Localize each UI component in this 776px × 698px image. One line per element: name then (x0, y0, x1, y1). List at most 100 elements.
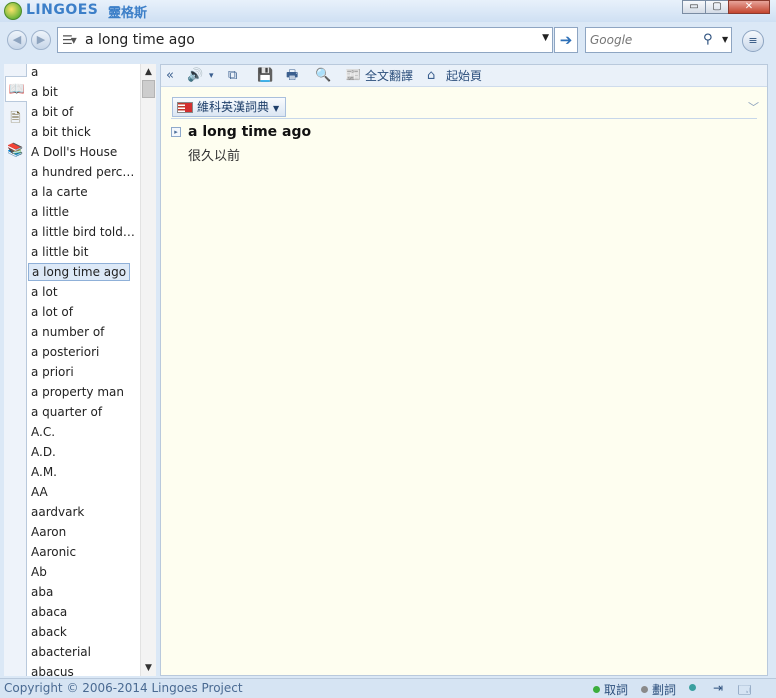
forward-arrow-icon: ▶ (36, 33, 46, 46)
chevron-down-icon[interactable]: ▼ (722, 35, 728, 44)
word-list-item[interactable]: A Doll's House (28, 143, 120, 161)
status-dot-icon (593, 686, 600, 693)
word-list-item[interactable]: A.D. (28, 443, 59, 461)
dictionary-book-icon: 📖 (8, 82, 26, 97)
word-list-item[interactable]: a la carte (28, 183, 91, 201)
collapse-panel-icon[interactable]: « (166, 67, 174, 85)
expand-entry-icon[interactable]: ▸ (171, 127, 181, 137)
back-button[interactable]: ◀ (7, 30, 27, 50)
mini-window-icon[interactable]: 🗔 (738, 681, 751, 698)
close-icon: ✕ (744, 1, 754, 12)
google-search-box: ⚲ ▼ (585, 27, 732, 53)
word-list-item[interactable]: a lot of (28, 303, 76, 321)
search-input[interactable] (85, 30, 535, 50)
search-box: ☰▾ ▼ (57, 27, 553, 53)
status-bar: Copyright © 2006-2014 Lingoes Project 取詞… (0, 678, 776, 698)
scroll-thumb[interactable] (142, 80, 155, 98)
word-list-item[interactable]: a long time ago (28, 263, 131, 281)
save-icon[interactable]: 💾 (257, 67, 273, 85)
word-list-item[interactable]: a little (28, 203, 72, 221)
word-list[interactable]: a a bit a bit of a bit thick A Doll's House a… (27, 64, 140, 676)
status-dot-icon (641, 686, 648, 693)
word-list-item[interactable]: aardvark (28, 503, 87, 521)
pin-icon[interactable]: ⇥ (713, 681, 723, 695)
main-menu-button[interactable]: ≡ (742, 30, 764, 52)
word-list-item[interactable]: Ab (28, 563, 50, 581)
print-icon[interactable]: 🖶 (286, 67, 298, 85)
word-list-item[interactable]: AA (28, 483, 51, 501)
result-toolbar: « 🔊 ▾ ⧉ 💾 🖶 🔍 📰 全文翻譯 ⌂ 起始頁 (161, 65, 767, 87)
word-list-item[interactable]: A.M. (28, 463, 60, 481)
word-list-item[interactable]: abacterial (28, 643, 94, 661)
word-list-item[interactable]: a (28, 64, 41, 81)
app-name: LINGOES (26, 2, 99, 18)
tab-glossary[interactable]: 📚 (5, 138, 26, 164)
word-list-item[interactable]: Aaron (28, 523, 69, 541)
word-list-item[interactable]: a little bit (28, 243, 91, 261)
fetch-word-toggle[interactable]: 取詞 (593, 681, 628, 698)
select-word-toggle[interactable]: 劃詞 (641, 681, 676, 698)
word-list-item[interactable]: aba (28, 583, 56, 601)
dictionary-selector-button[interactable]: 維科英漢詞典 ▼ (172, 97, 287, 117)
search-icon[interactable]: ⚲ (703, 32, 713, 47)
scroll-down-arrow-icon[interactable]: ▼ (141, 661, 156, 675)
word-list-item[interactable]: a quarter of (28, 403, 105, 421)
arrow-right-icon: ➔ (559, 31, 573, 49)
word-list-item[interactable]: a bit thick (28, 123, 94, 141)
search-history-dropdown-icon[interactable]: ▼ (542, 33, 549, 43)
word-list-item[interactable]: Aaronic (28, 543, 79, 561)
find-binoculars-icon[interactable]: 🔍 (315, 67, 331, 85)
word-list-item[interactable]: a number of (28, 323, 107, 341)
speaker-icon[interactable]: 🔊 (187, 67, 203, 85)
close-button[interactable]: ✕ (728, 0, 770, 14)
entry-headword: a long time ago (188, 124, 312, 140)
status-indicator[interactable] (689, 681, 700, 695)
main-toolbar: ◀ ▶ ☰▾ ▼ ➔ ⚲ ▼ ≡ (0, 22, 776, 60)
word-list-item[interactable]: a property man (28, 383, 127, 401)
home-button[interactable]: 起始頁 (446, 67, 482, 85)
word-list-item[interactable]: abacus (28, 663, 77, 676)
full-text-translate-button[interactable]: 全文翻譯 (365, 67, 413, 85)
left-tab-strip: 📖 🗎 📚 (4, 64, 28, 676)
tab-translate[interactable]: 🗎 (5, 106, 26, 132)
collapse-dictionary-icon[interactable]: ﹀ (748, 99, 759, 115)
word-list-item[interactable]: a priori (28, 363, 77, 381)
select-word-label: 劃詞 (652, 683, 677, 697)
translate-doc-icon: 🗎 (10, 111, 21, 126)
divider (171, 118, 757, 119)
maximize-icon: ▢ (712, 1, 722, 12)
glossary-icon: 📚 (7, 143, 24, 158)
menu-icon: ≡ (748, 34, 758, 47)
google-search-input[interactable] (590, 31, 698, 49)
word-list-item[interactable]: a lot (28, 283, 61, 301)
word-list-item[interactable]: a bit of (28, 103, 76, 121)
word-list-item[interactable]: a hundred perce... (28, 163, 138, 181)
forward-button[interactable]: ▶ (31, 30, 51, 50)
word-list-item[interactable]: a bit (28, 83, 61, 101)
app-name-cjk: 靈格斯 (108, 6, 148, 21)
fetch-word-label: 取詞 (604, 683, 629, 697)
copy-icon[interactable]: ⧉ (228, 67, 237, 85)
dictionary-name: 維科英漢詞典 (197, 100, 270, 114)
home-icon[interactable]: ⌂ (427, 67, 435, 85)
minimize-button[interactable]: ▭ (682, 0, 706, 14)
word-list-item[interactable]: a little bird told ... (28, 223, 138, 241)
tab-dictionary[interactable]: 📖 (5, 76, 28, 102)
word-list-item[interactable]: abaca (28, 603, 70, 621)
full-text-translate-icon[interactable]: 📰 (345, 67, 361, 85)
word-list-item[interactable]: aback (28, 623, 70, 641)
back-arrow-icon: ◀ (12, 33, 22, 46)
word-list-item[interactable]: a posteriori (28, 343, 102, 361)
chevron-down-icon: ▼ (273, 104, 280, 113)
entry-definition: 很久以前 (188, 149, 241, 164)
minimize-icon: ▭ (689, 1, 699, 12)
lingoes-logo-icon (4, 2, 22, 20)
maximize-button[interactable]: ▢ (705, 0, 729, 14)
word-list-item[interactable]: A.C. (28, 423, 58, 441)
word-list-scrollbar[interactable]: ▲ ▼ (140, 64, 156, 676)
result-pane: « 🔊 ▾ ⧉ 💾 🖶 🔍 📰 全文翻譯 ⌂ 起始頁 維科英漢詞典 ▼ ﹀ ▸ a… (160, 64, 768, 676)
go-button[interactable]: ➔ (554, 27, 578, 53)
scroll-up-arrow-icon[interactable]: ▲ (141, 65, 156, 79)
list-icon[interactable]: ☰▾ (62, 33, 77, 47)
speaker-dropdown-icon[interactable]: ▾ (209, 67, 214, 85)
